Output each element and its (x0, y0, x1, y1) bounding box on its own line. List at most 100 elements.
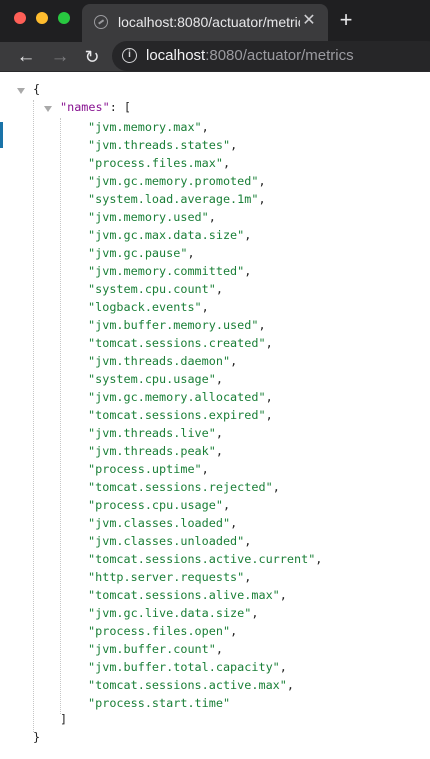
info-icon[interactable]: i (122, 48, 137, 63)
names-item: "jvm.threads.states", (88, 138, 238, 152)
names-item: "process.files.max", (88, 156, 231, 170)
names-item-value: jvm.buffer.memory.used (95, 318, 252, 332)
root-indent-guide (33, 100, 34, 732)
names-item-string: "jvm.gc.memory.promoted" (88, 174, 259, 188)
names-item-value: tomcat.sessions.alive.max (95, 588, 273, 602)
names-item-string: "jvm.gc.live.data.size" (88, 606, 252, 620)
minimize-window-button[interactable] (36, 12, 48, 24)
names-item-value: jvm.threads.live (95, 426, 209, 440)
names-item-string: "jvm.threads.peak" (88, 444, 216, 458)
names-item-value: system.cpu.count (95, 282, 209, 296)
names-item: "jvm.buffer.total.capacity", (88, 660, 287, 674)
names-item: "process.uptime", (88, 462, 209, 476)
names-item-value: tomcat.sessions.created (95, 336, 259, 350)
names-item: "jvm.memory.max", (88, 120, 209, 134)
names-item-value: process.files.max (95, 156, 216, 170)
names-item: "jvm.buffer.memory.used", (88, 318, 266, 332)
names-item-value: jvm.memory.committed (95, 264, 238, 278)
collapse-names-icon[interactable] (44, 106, 52, 112)
names-item-string: "jvm.buffer.memory.used" (88, 318, 259, 332)
tab-strip: localhost:8080/actuator/metrics ✕ + (0, 0, 430, 42)
new-tab-button[interactable]: + (334, 8, 358, 32)
close-window-button[interactable] (14, 12, 26, 24)
names-item-value: jvm.gc.memory.allocated (95, 390, 259, 404)
names-item: "jvm.gc.live.data.size", (88, 606, 259, 620)
names-item-value: jvm.memory.max (95, 120, 195, 134)
names-item-value: system.cpu.usage (95, 372, 209, 386)
names-item-value: jvm.threads.peak (95, 444, 209, 458)
names-item-value: jvm.threads.daemon (95, 354, 223, 368)
names-item-string: "jvm.buffer.total.capacity" (88, 660, 280, 674)
names-item-value: jvm.gc.pause (95, 246, 181, 260)
names-item-value: jvm.classes.loaded (95, 516, 223, 530)
back-arrow-icon[interactable]: ← (14, 45, 38, 69)
names-item: "jvm.threads.peak", (88, 444, 223, 458)
url-text: localhost:8080/actuator/metrics (146, 47, 354, 64)
names-item-string: "jvm.threads.states" (88, 138, 231, 152)
names-item-string: "jvm.memory.max" (88, 120, 202, 134)
names-item-value: jvm.memory.used (95, 210, 202, 224)
names-item-value: jvm.gc.live.data.size (95, 606, 245, 620)
names-item-value: tomcat.sessions.active.max (95, 678, 280, 692)
names-item-string: "process.files.open" (88, 624, 231, 638)
names-item: "process.files.open", (88, 624, 238, 638)
names-item-string: "tomcat.sessions.expired" (88, 408, 266, 422)
globe-icon (94, 15, 108, 29)
forward-arrow-icon[interactable]: → (48, 45, 72, 69)
names-key: "names" (60, 100, 110, 114)
names-item-string: "http.server.requests" (88, 570, 245, 584)
names-item: "jvm.memory.committed", (88, 264, 252, 278)
names-item-string: "process.files.max" (88, 156, 223, 170)
names-item: "tomcat.sessions.expired", (88, 408, 273, 422)
names-item: "tomcat.sessions.active.max", (88, 678, 294, 692)
collapse-root-icon[interactable] (17, 88, 25, 94)
names-item-string: "jvm.threads.daemon" (88, 354, 231, 368)
reload-icon[interactable]: ↻ (80, 45, 104, 69)
names-item-value: tomcat.sessions.active.current (95, 552, 309, 566)
names-indent-guide (60, 118, 61, 714)
names-item-string: "process.start.time" (88, 696, 231, 710)
names-item: "tomcat.sessions.active.current", (88, 552, 323, 566)
names-item: "tomcat.sessions.rejected", (88, 480, 280, 494)
names-item: "http.server.requests", (88, 570, 252, 584)
address-bar[interactable]: i localhost:8080/actuator/metrics (112, 41, 430, 71)
names-item-value: jvm.gc.memory.promoted (95, 174, 252, 188)
names-item-string: "tomcat.sessions.created" (88, 336, 266, 350)
names-item: "jvm.classes.loaded", (88, 516, 238, 530)
names-item: "jvm.gc.memory.allocated", (88, 390, 273, 404)
names-item-string: "process.cpu.usage" (88, 498, 223, 512)
names-item: "process.start.time" (88, 694, 322, 712)
maximize-window-button[interactable] (58, 12, 70, 24)
names-item-value: jvm.threads.states (95, 138, 223, 152)
names-item-value: process.files.open (95, 624, 223, 638)
names-item-value: logback.events (95, 300, 195, 314)
root-open-brace: { (33, 82, 41, 96)
names-array: "jvm.memory.max", "jvm.threads.states", "p… (88, 118, 322, 712)
json-viewer: { "names": [ "jvm.memory.max", "jvm.threa… (0, 72, 430, 759)
tab-active[interactable]: localhost:8080/actuator/metrics ✕ (82, 4, 328, 42)
names-item-value: process.uptime (95, 462, 195, 476)
window-edge-marker (0, 122, 3, 148)
names-item: "jvm.threads.daemon", (88, 354, 238, 368)
names-key-line: "names": [ (60, 100, 131, 114)
names-item-string: "system.load.average.1m" (88, 192, 259, 206)
names-item: "logback.events", (88, 300, 209, 314)
names-item: "system.cpu.count", (88, 282, 223, 296)
names-item: "tomcat.sessions.created", (88, 336, 273, 350)
names-item-value: tomcat.sessions.rejected (95, 480, 266, 494)
names-item-string: "tomcat.sessions.rejected" (88, 480, 273, 494)
names-item: "jvm.classes.unloaded", (88, 534, 252, 548)
names-item: "jvm.gc.pause", (88, 246, 195, 260)
names-item-string: "tomcat.sessions.alive.max" (88, 588, 280, 602)
names-item-string: "process.uptime" (88, 462, 202, 476)
names-item-string: "jvm.gc.memory.allocated" (88, 390, 266, 404)
names-item-string: "logback.events" (88, 300, 202, 314)
url-host: localhost (146, 47, 206, 64)
names-item-string: "jvm.gc.max.data.size" (88, 228, 245, 242)
close-icon[interactable]: ✕ (300, 12, 318, 30)
names-item-string: "jvm.memory.used" (88, 210, 209, 224)
names-item-string: "tomcat.sessions.active.current" (88, 552, 316, 566)
names-item-string: "jvm.classes.loaded" (88, 516, 231, 530)
names-item-value: jvm.buffer.total.capacity (95, 660, 273, 674)
names-item-string: "jvm.buffer.count" (88, 642, 216, 656)
